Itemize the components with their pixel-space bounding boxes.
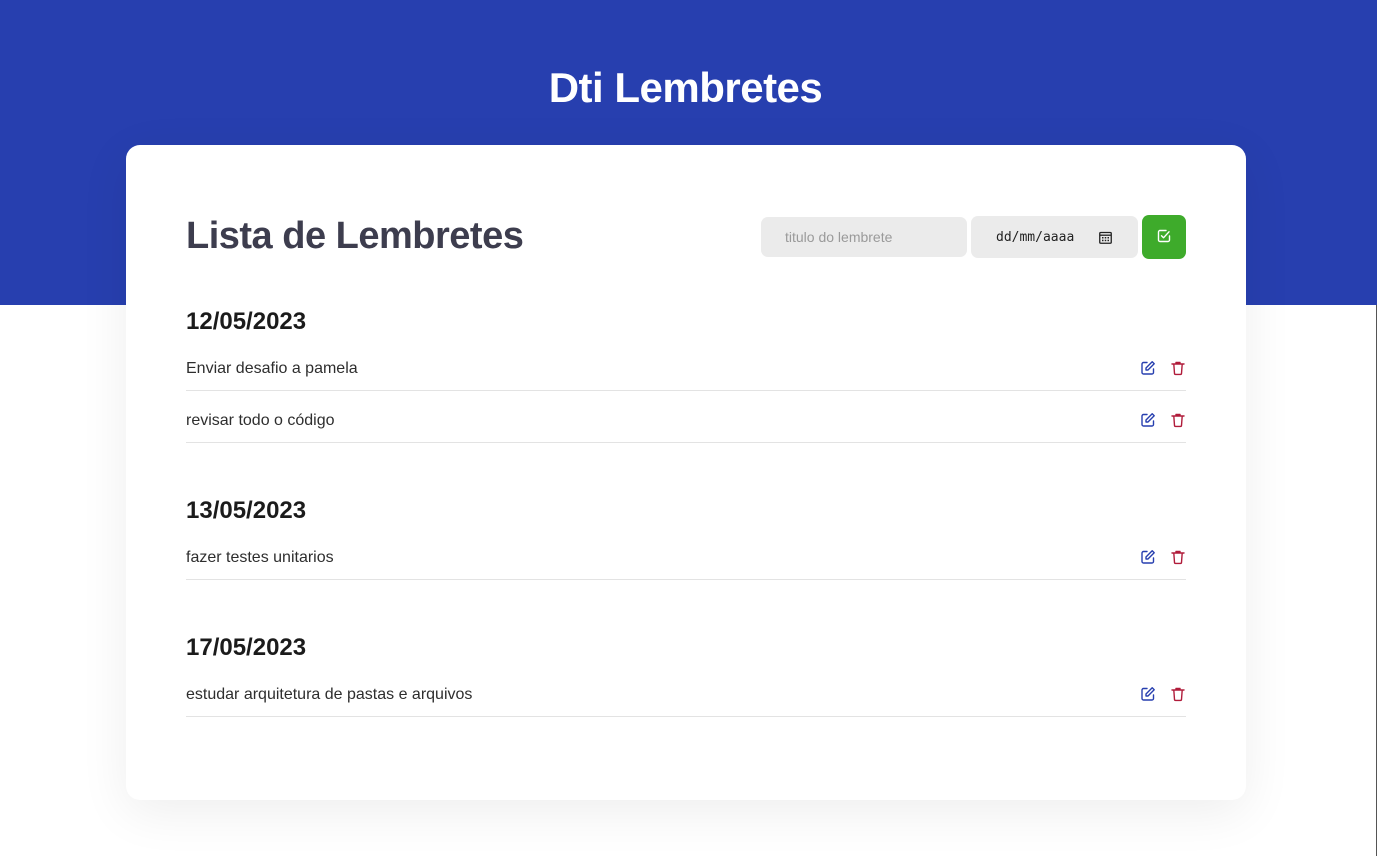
reminder-actions — [1140, 543, 1186, 565]
reminder-item: Enviar desafio a pamela — [186, 339, 1186, 391]
check-square-icon — [1157, 229, 1171, 246]
reminder-date-input[interactable]: dd/mm/aaaa — [971, 216, 1138, 258]
page-title: Lista de Lembretes — [186, 215, 524, 257]
reminder-text: estudar arquitetura de pastas e arquivos — [186, 685, 473, 703]
date-placeholder: dd/mm/aaaa — [996, 229, 1075, 245]
trash-icon[interactable] — [1170, 360, 1186, 376]
reminder-item: fazer testes unitarios — [186, 528, 1186, 580]
reminder-item: estudar arquitetura de pastas e arquivos — [186, 665, 1186, 717]
add-reminder-button[interactable] — [1142, 215, 1186, 259]
group-date: 13/05/2023 — [186, 497, 307, 524]
reminder-text: Enviar desafio a pamela — [186, 359, 358, 377]
reminder-text: revisar todo o código — [186, 411, 335, 429]
edit-icon[interactable] — [1140, 412, 1156, 428]
date-group: 12/05/2023 Enviar desafio a pamela revis… — [186, 305, 1186, 443]
group-date: 12/05/2023 — [186, 308, 307, 335]
trash-icon[interactable] — [1170, 686, 1186, 702]
calendar-icon[interactable] — [1099, 231, 1112, 244]
reminder-actions — [1140, 406, 1186, 428]
trash-icon[interactable] — [1170, 549, 1186, 565]
trash-icon[interactable] — [1170, 412, 1186, 428]
edit-icon[interactable] — [1140, 549, 1156, 565]
reminder-item: revisar todo o código — [186, 391, 1186, 443]
reminder-actions — [1140, 680, 1186, 702]
app-title: Dti Lembretes — [548, 64, 823, 111]
reminder-text: fazer testes unitarios — [186, 548, 334, 566]
date-group: 13/05/2023 fazer testes unitarios — [186, 494, 1186, 580]
group-date: 17/05/2023 — [186, 634, 307, 661]
edit-icon[interactable] — [1140, 360, 1156, 376]
reminder-actions — [1140, 354, 1186, 376]
date-group: 17/05/2023 estudar arquitetura de pastas… — [186, 631, 1186, 717]
reminders-card: Lista de Lembretes dd/mm/aaaa — [126, 145, 1246, 800]
edit-icon[interactable] — [1140, 686, 1156, 702]
reminder-title-input[interactable] — [761, 217, 967, 257]
new-reminder-form: dd/mm/aaaa — [761, 215, 1186, 259]
